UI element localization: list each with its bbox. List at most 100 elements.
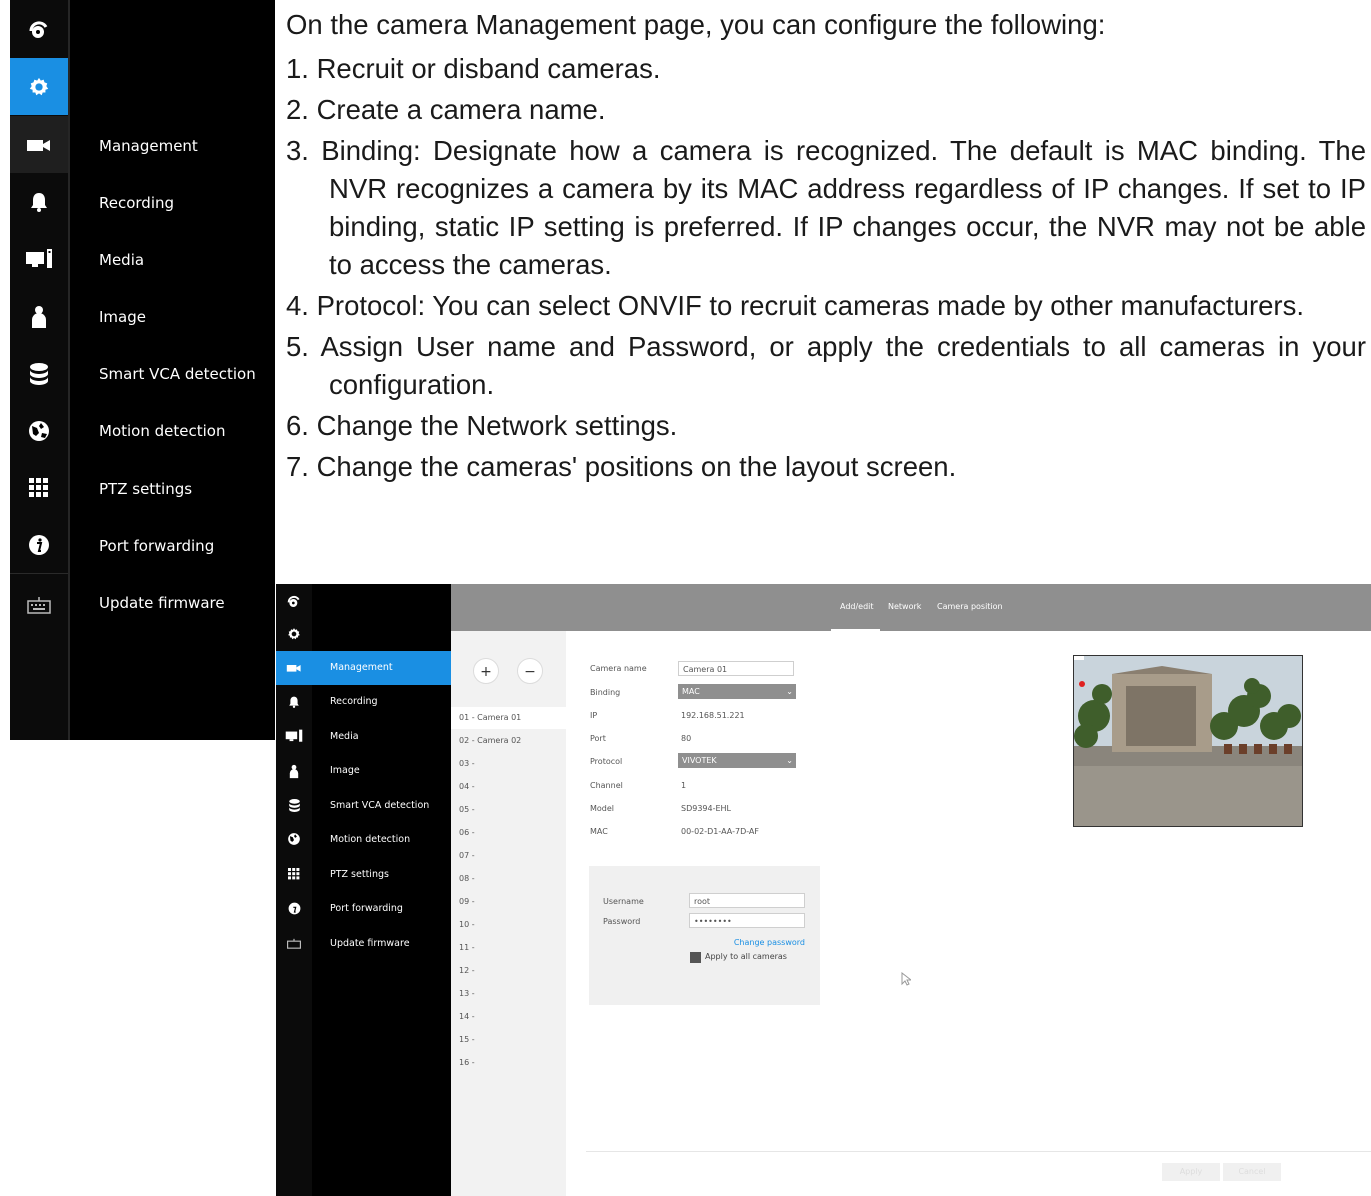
mac-label: MAC <box>590 827 608 836</box>
user-icon[interactable] <box>10 288 68 345</box>
keyboard-icon[interactable] <box>10 576 68 633</box>
list-item[interactable]: 01 - Camera 01 <box>451 707 566 729</box>
model-value: SD9394-EHL <box>681 804 732 813</box>
icon-rail <box>276 584 312 1196</box>
monitor-icon[interactable] <box>10 230 68 287</box>
footer-divider <box>586 1151 1371 1152</box>
instruction-item: 1. Recruit or disband cameras. <box>286 53 661 84</box>
list-item[interactable]: 15 - <box>451 1029 566 1051</box>
list-item[interactable]: 08 - <box>451 868 566 890</box>
info-icon[interactable] <box>10 516 68 573</box>
tab-network[interactable]: Network <box>888 584 921 631</box>
ip-label: IP <box>590 711 598 720</box>
apply-button[interactable]: Apply <box>1162 1163 1220 1181</box>
list-item[interactable]: 10 - <box>451 914 566 936</box>
instruction-item: 4. Protocol: You can select ONVIF to rec… <box>286 290 1304 321</box>
instruction-item: 2. Create a camera name. <box>286 94 606 125</box>
list-item[interactable]: 02 - Camera 02 <box>451 730 566 752</box>
keyboard-icon[interactable] <box>276 926 312 960</box>
binding-select[interactable]: MAC ⌄ <box>678 684 796 699</box>
sidebar-item-media[interactable]: Media <box>99 251 144 269</box>
list-item[interactable]: 11 - <box>451 937 566 959</box>
sidebar-item-ptz-settings[interactable]: PTZ settings <box>312 858 451 892</box>
instruction-list: 1. Recruit or disband cameras. 2. Create… <box>286 50 1366 486</box>
list-item[interactable]: 16 - <box>451 1052 566 1074</box>
camera-name-field[interactable]: Camera 01 <box>678 661 794 676</box>
instruction-item: 3. Binding: Designate how a camera is re… <box>286 135 1366 280</box>
logo-icon[interactable] <box>10 0 68 57</box>
sidebar-item-port-forwarding[interactable]: Port forwarding <box>312 892 451 926</box>
list-item[interactable]: 13 - <box>451 983 566 1005</box>
password-field[interactable]: •••••••• <box>689 913 805 928</box>
list-item[interactable]: 09 - <box>451 891 566 913</box>
network-icon[interactable] <box>276 822 312 856</box>
protocol-value: VIVOTEK <box>682 756 717 765</box>
storage-icon[interactable] <box>276 788 312 822</box>
tab-camera-position[interactable]: Camera position <box>937 584 1003 631</box>
sidebar-item-media[interactable]: Media <box>312 720 451 754</box>
apply-all-label: Apply to all cameras <box>705 952 787 961</box>
port-value: 80 <box>681 734 692 743</box>
sidebar-item-motion-detection[interactable]: Motion detection <box>312 823 451 857</box>
chevron-down-icon: ⌄ <box>786 687 793 696</box>
management-page-screenshot: Management Recording Media Image Smart V… <box>276 584 1371 1196</box>
port-label: Port <box>590 734 606 743</box>
logo-icon[interactable] <box>276 584 312 618</box>
change-password-link[interactable]: Change password <box>734 938 805 947</box>
camera-icon[interactable] <box>276 651 312 685</box>
sidebar-item-recording[interactable]: Recording <box>99 194 174 212</box>
sidebar-item-recording[interactable]: Recording <box>312 685 451 719</box>
add-camera-button[interactable]: + <box>473 658 499 684</box>
list-item[interactable]: 04 - <box>451 776 566 798</box>
sidebar-item-ptz-settings[interactable]: PTZ settings <box>99 480 192 498</box>
cancel-button[interactable]: Cancel <box>1223 1163 1281 1181</box>
sidebar-item-smart-vca[interactable]: Smart VCA detection <box>312 789 451 823</box>
credentials-panel: Username root Password •••••••• Change p… <box>589 866 820 1005</box>
info-icon[interactable] <box>276 891 312 925</box>
sidebar-item-management[interactable]: Management <box>99 137 198 155</box>
camera-preview-image <box>1073 655 1303 827</box>
sidebar-item-smart-vca[interactable]: Smart VCA detection <box>99 365 256 383</box>
intro-text: On the camera Management page, you can c… <box>286 9 1106 40</box>
list-item[interactable]: 05 - <box>451 799 566 821</box>
instruction-item: 5. Assign User name and Password, or app… <box>286 331 1366 400</box>
settings-icon[interactable] <box>10 58 68 115</box>
rail-separator <box>68 0 70 740</box>
sidebar-item-update-firmware[interactable]: Update firmware <box>312 927 451 961</box>
list-item[interactable]: 12 - <box>451 960 566 982</box>
binding-value: MAC <box>682 687 700 696</box>
alert-icon[interactable] <box>10 173 68 230</box>
active-tab-indicator <box>831 629 880 632</box>
username-field[interactable]: root <box>689 893 805 908</box>
user-icon[interactable] <box>276 754 312 788</box>
network-icon[interactable] <box>10 402 68 459</box>
list-item[interactable]: 07 - <box>451 845 566 867</box>
list-item[interactable]: 03 - <box>451 753 566 775</box>
instruction-text: On the camera Management page, you can c… <box>286 6 1366 489</box>
sidebar-screenshot: Management Recording Media Image Smart V… <box>10 0 275 740</box>
chevron-down-icon: ⌄ <box>786 756 793 765</box>
grid-icon[interactable] <box>276 857 312 891</box>
alert-icon[interactable] <box>276 685 312 719</box>
settings-icon[interactable] <box>276 617 312 651</box>
mouse-cursor-icon <box>901 971 913 989</box>
tab-add-edit[interactable]: Add/edit <box>840 584 874 631</box>
sidebar-item-management[interactable]: Management <box>312 651 451 685</box>
list-item[interactable]: 06 - <box>451 822 566 844</box>
monitor-icon[interactable] <box>276 719 312 753</box>
sidebar-item-port-forwarding[interactable]: Port forwarding <box>99 537 214 555</box>
password-label: Password <box>603 917 641 926</box>
sidebar-item-image[interactable]: Image <box>312 754 451 788</box>
remove-camera-button[interactable]: − <box>517 658 543 684</box>
sidebar-item-motion-detection[interactable]: Motion detection <box>99 422 225 440</box>
storage-icon[interactable] <box>10 345 68 402</box>
apply-all-checkbox[interactable] <box>690 952 701 963</box>
camera-icon[interactable] <box>10 116 68 173</box>
preview-scene <box>1074 656 1302 826</box>
protocol-select[interactable]: VIVOTEK ⌄ <box>678 753 796 768</box>
instruction-item: 7. Change the cameras' positions on the … <box>286 451 957 482</box>
grid-icon[interactable] <box>10 459 68 516</box>
list-item[interactable]: 14 - <box>451 1006 566 1028</box>
sidebar-item-image[interactable]: Image <box>99 308 146 326</box>
sidebar-item-update-firmware[interactable]: Update firmware <box>99 594 225 612</box>
